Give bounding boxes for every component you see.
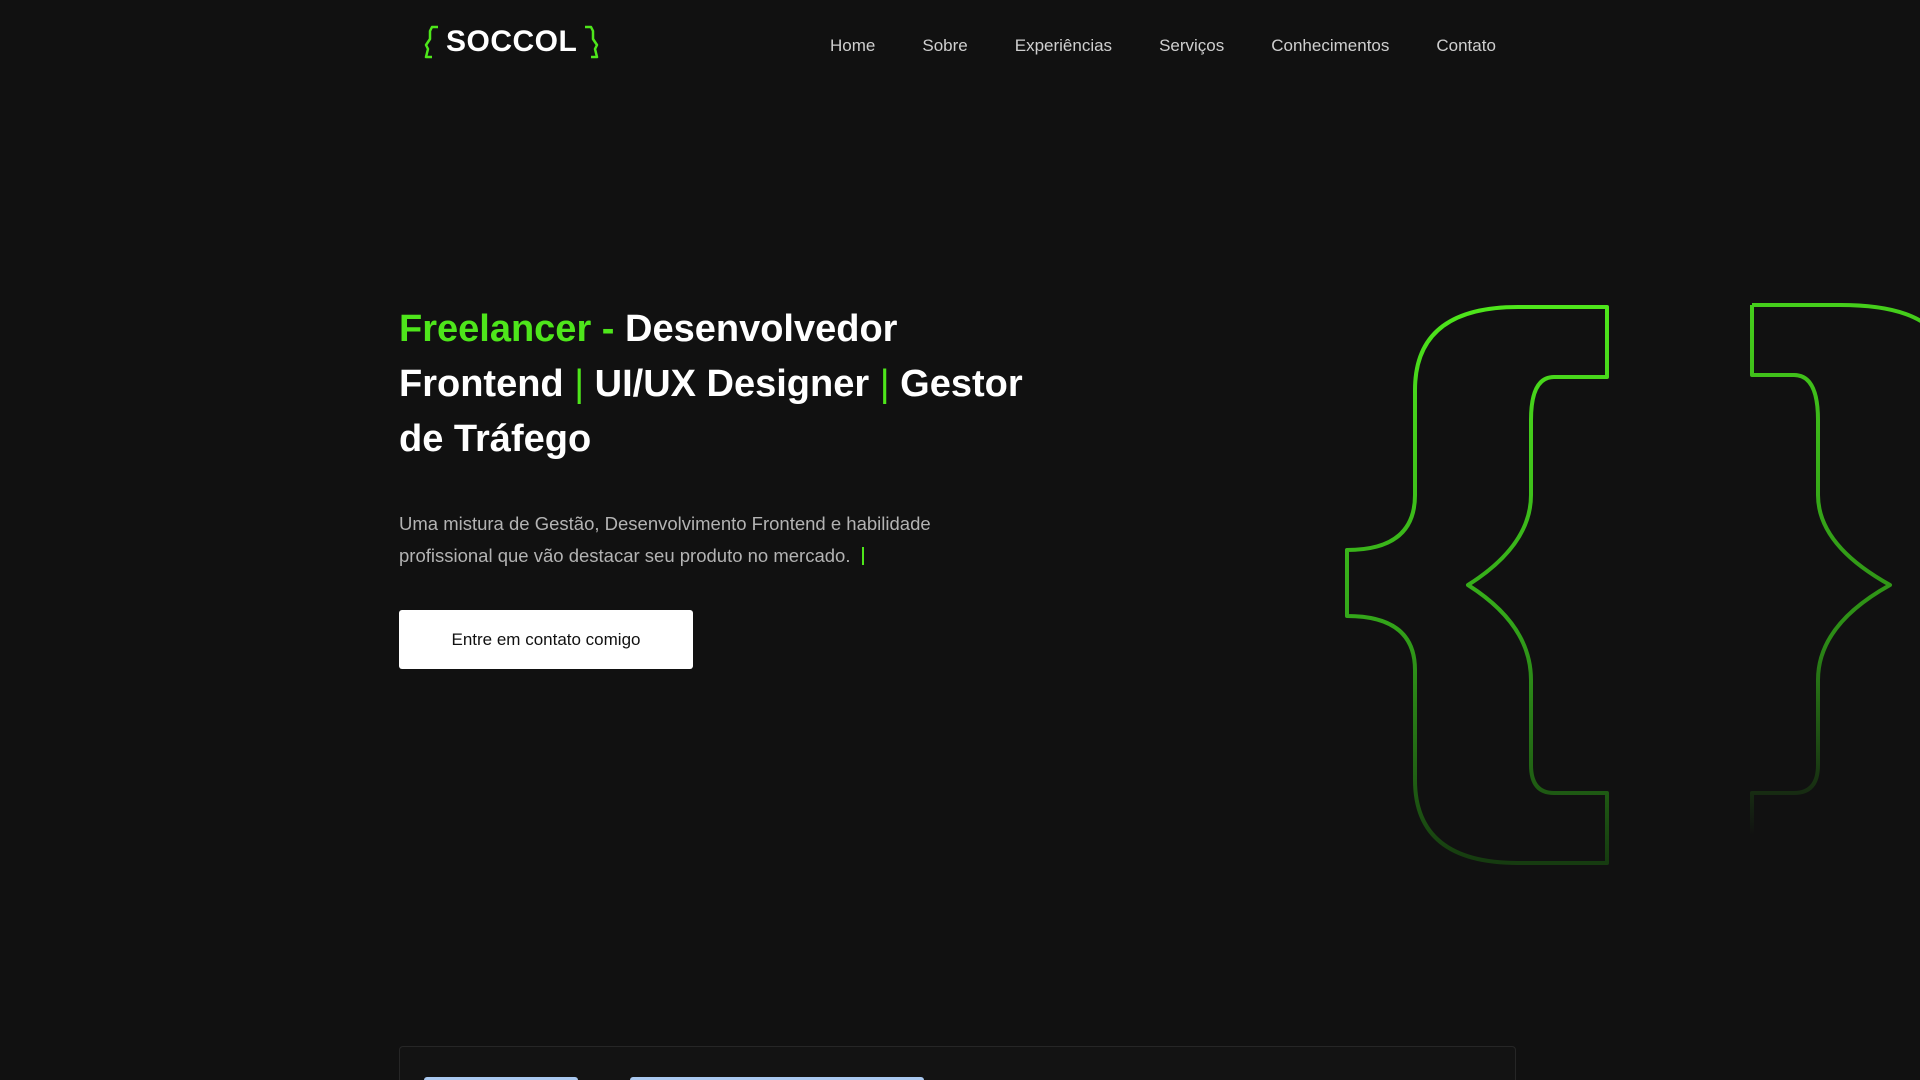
nav-contato[interactable]: Contato: [1436, 34, 1496, 58]
nav-experiencias[interactable]: Experiências: [1015, 34, 1112, 58]
nav-home[interactable]: Home: [830, 34, 875, 58]
hero-title: Freelancer - Desenvolvedor Frontend | UI…: [399, 302, 1039, 467]
page: SOCCOL Home Sobre Experiências Serviços …: [0, 0, 1920, 1080]
hero-title-separator-2: |: [879, 363, 890, 405]
nav-servicos[interactable]: Serviços: [1159, 34, 1224, 58]
left-bracket-icon: [422, 25, 444, 59]
main-nav: Home Sobre Experiências Serviços Conheci…: [830, 34, 1496, 58]
nav-sobre[interactable]: Sobre: [922, 34, 967, 58]
hero-title-role-2: UI/UX Designer: [594, 363, 870, 405]
nav-conhecimentos[interactable]: Conhecimentos: [1271, 34, 1389, 58]
contact-cta-button[interactable]: Entre em contato comigo: [399, 610, 693, 669]
right-bracket-icon: [579, 25, 601, 59]
typing-caret: [862, 547, 865, 565]
curly-braces-icon: [1300, 280, 1920, 885]
logo-text: SOCCOL: [446, 25, 578, 58]
site-header: SOCCOL Home Sobre Experiências Serviços …: [0, 0, 1920, 92]
hero-subtitle-text: Uma mistura de Gestão, Desenvolvimento F…: [399, 513, 931, 566]
hero-title-highlight: Freelancer -: [399, 308, 615, 350]
portfolio-preview-strip: [399, 1046, 1516, 1080]
logo[interactable]: SOCCOL: [422, 24, 601, 60]
hero-subtitle: Uma mistura de Gestão, Desenvolvimento F…: [399, 508, 999, 572]
hero-title-separator-1: |: [574, 363, 585, 405]
